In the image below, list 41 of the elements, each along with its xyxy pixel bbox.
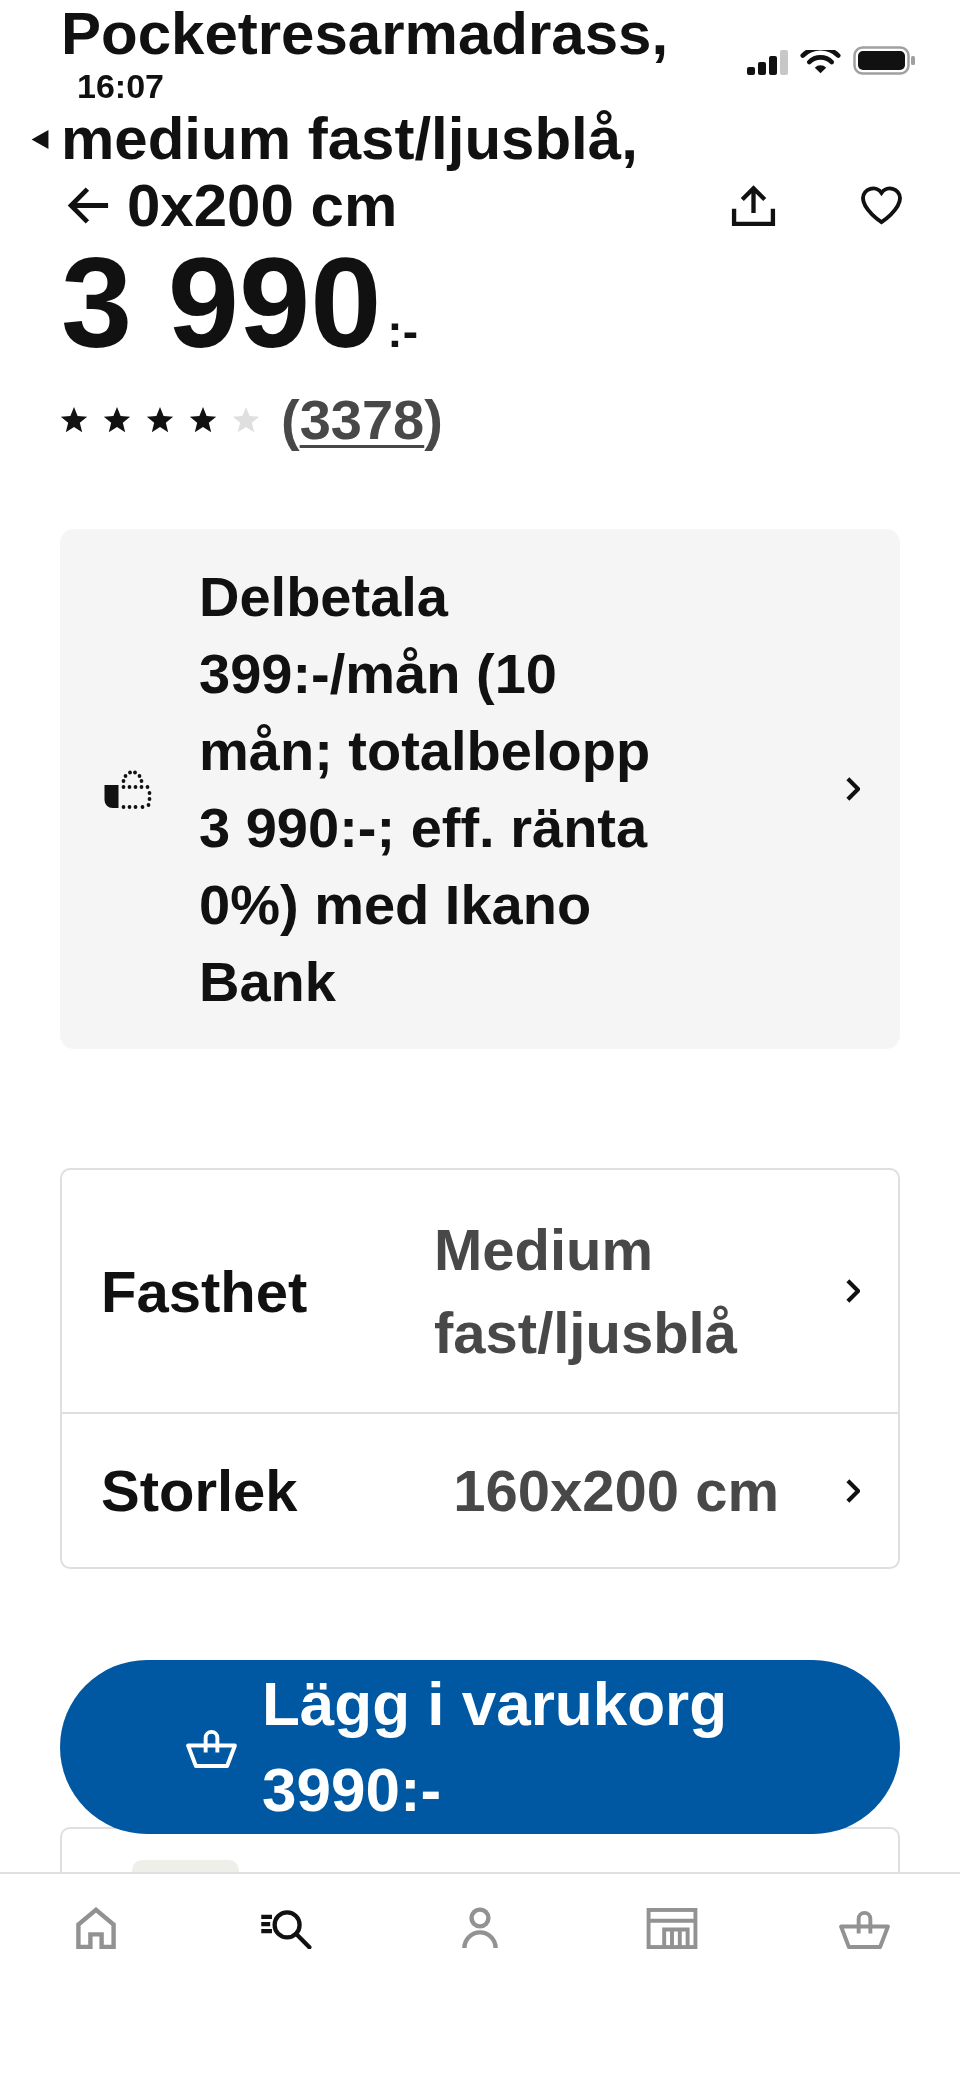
star-icon — [146, 406, 174, 434]
back-button[interactable] — [67, 186, 110, 225]
store-icon — [646, 1908, 698, 1949]
back-to-app-button[interactable] — [31, 130, 49, 149]
search-icon — [261, 1908, 315, 1949]
heart-icon — [860, 186, 903, 225]
chevron-right-icon — [846, 777, 860, 801]
reviews-link[interactable]: (3378) — [281, 388, 443, 452]
option-label: Storlek — [101, 1457, 298, 1525]
back-triangle-icon — [31, 130, 49, 149]
favorite-button[interactable] — [860, 186, 903, 225]
installment-offer-card[interactable]: Delbetala 399:-/mån (10 mån; totalbelopp 3 990:-; eff. ränta 0%) med Ikano Bank — [60, 529, 900, 1049]
option-value: 160x200 cm — [453, 1457, 779, 1525]
star-icon — [103, 406, 131, 434]
signal-icon — [747, 50, 788, 75]
battery-icon — [853, 46, 915, 75]
star-icon — [60, 406, 88, 434]
option-row[interactable]: Fasthet Medium fast/ljusblå — [62, 1170, 898, 1414]
chevron-right-icon — [846, 1478, 860, 1503]
option-label: Fasthet — [101, 1257, 308, 1326]
star-icon — [232, 406, 260, 434]
share-icon — [729, 185, 778, 226]
product-title: 0x200 cm — [127, 172, 398, 239]
product-title: Pocketresarmadrass, — [61, 0, 669, 67]
arrow-left-icon — [67, 187, 110, 224]
price: 3 990 — [61, 239, 382, 367]
status-time: 16:07 — [77, 67, 164, 105]
home-icon — [76, 1907, 116, 1949]
product-title: medium fast/ljusblå, — [61, 105, 638, 172]
dotted-bag-icon — [103, 769, 152, 809]
star-icon — [189, 406, 217, 434]
chevron-right-icon — [846, 1279, 860, 1303]
person-icon — [461, 1907, 499, 1949]
option-row[interactable]: Storlek 160x200 cm — [62, 1414, 898, 1567]
price-suffix: :- — [387, 304, 418, 359]
share-button[interactable] — [729, 185, 778, 226]
option-value: Medium fast/ljusblå — [434, 1216, 739, 1367]
wifi-icon — [800, 50, 841, 75]
add-to-cart-button[interactable]: Lägg i varukorg 3990:- — [60, 1660, 900, 1834]
basket-icon — [838, 1908, 890, 1949]
nav-tab[interactable] — [261, 1907, 315, 1949]
